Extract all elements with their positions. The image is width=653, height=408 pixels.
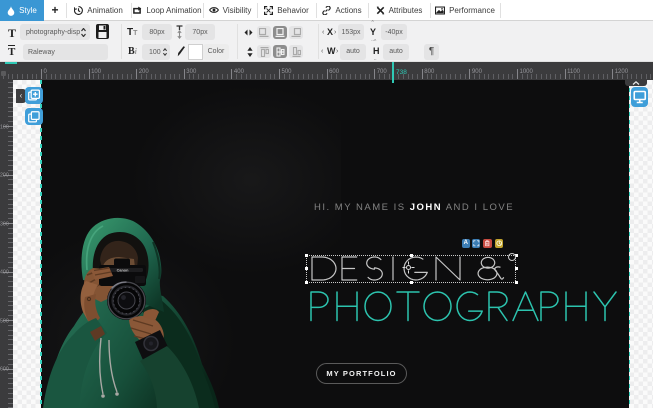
svg-text:Canon: Canon xyxy=(117,269,129,273)
